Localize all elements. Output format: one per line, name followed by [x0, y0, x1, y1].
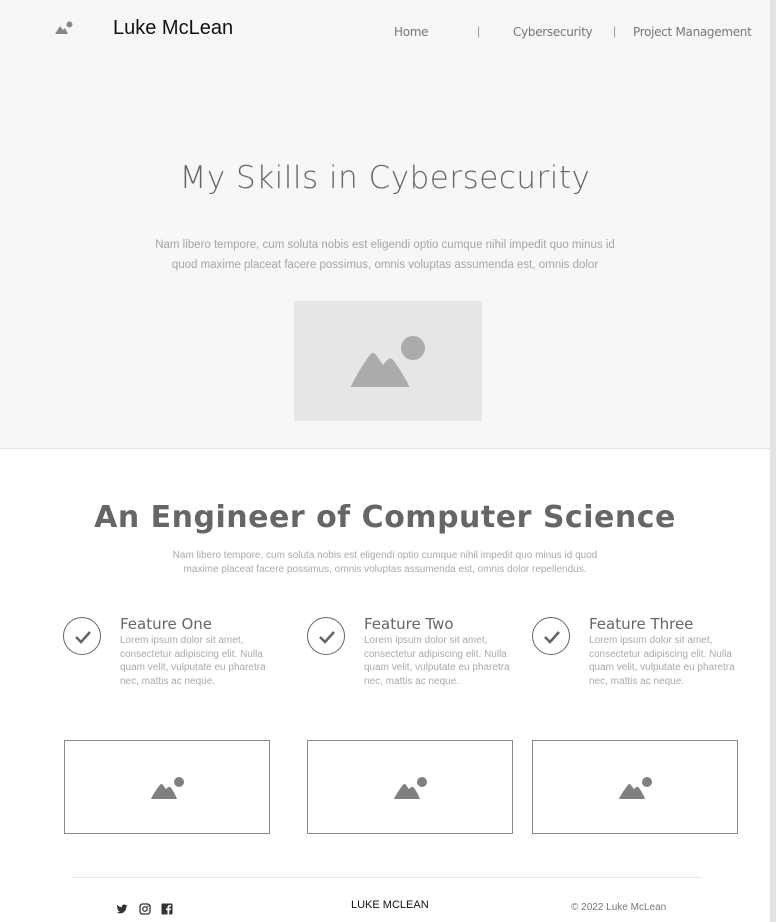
nav-separator: | — [613, 24, 617, 38]
logo-image-icon[interactable] — [54, 21, 74, 35]
scrollbar[interactable] — [770, 0, 776, 922]
image-placeholder-icon — [619, 777, 652, 799]
nav-separator: | — [477, 24, 481, 38]
twitter-icon[interactable] — [116, 903, 128, 915]
facebook-icon[interactable] — [161, 903, 173, 915]
image-placeholder-icon — [350, 336, 425, 387]
image-placeholder-icon — [151, 777, 184, 799]
check-icon — [544, 631, 560, 644]
nav-home-link[interactable]: Home — [394, 25, 429, 39]
section-title: An Engineer of Computer Science — [94, 500, 676, 535]
hero-text: Nam libero tempore, cum soluta nobis est… — [155, 239, 615, 271]
page: Luke McLean Home | Cybersecurity | Proje… — [0, 0, 770, 922]
feature-text: Lorem ipsum dolor sit amet, consectetur … — [120, 635, 266, 687]
image-placeholder-icon — [394, 777, 427, 799]
nav-project-management-link[interactable]: Project Management — [633, 25, 752, 39]
footer-brand: LUKE MCLEAN — [351, 899, 429, 911]
hero-section: Luke McLean Home | Cybersecurity | Proje… — [0, 0, 770, 449]
footer-divider — [71, 877, 702, 878]
section-text: Nam libero tempore, cum soluta nobis est… — [172, 550, 598, 575]
feature-title: Feature Three — [589, 615, 694, 633]
nav-cybersecurity-link[interactable]: Cybersecurity — [513, 25, 593, 39]
image-card[interactable] — [307, 740, 513, 834]
feature-text: Lorem ipsum dolor sit amet, consectetur … — [589, 635, 735, 687]
feature-text: Lorem ipsum dolor sit amet, consectetur … — [364, 635, 510, 687]
check-icon — [319, 631, 335, 644]
hero-image-placeholder — [294, 301, 482, 421]
instagram-icon[interactable] — [139, 903, 151, 915]
check-icon — [75, 631, 91, 644]
feature-three: Feature Three Lorem ipsum dolor sit amet… — [532, 615, 742, 695]
check-circle — [307, 617, 345, 655]
hero-title: My Skills in Cybersecurity — [179, 160, 591, 196]
feature-title: Feature One — [120, 615, 212, 633]
site-name[interactable]: Luke McLean — [113, 17, 233, 40]
footer-copyright: © 2022 Luke McLean — [571, 902, 667, 913]
feature-two: Feature Two Lorem ipsum dolor sit amet, … — [307, 615, 517, 695]
image-card[interactable] — [64, 740, 270, 834]
check-circle — [532, 617, 570, 655]
image-card[interactable] — [532, 740, 738, 834]
feature-one: Feature One Lorem ipsum dolor sit amet, … — [63, 615, 273, 695]
feature-title: Feature Two — [364, 615, 454, 633]
check-circle — [63, 617, 101, 655]
